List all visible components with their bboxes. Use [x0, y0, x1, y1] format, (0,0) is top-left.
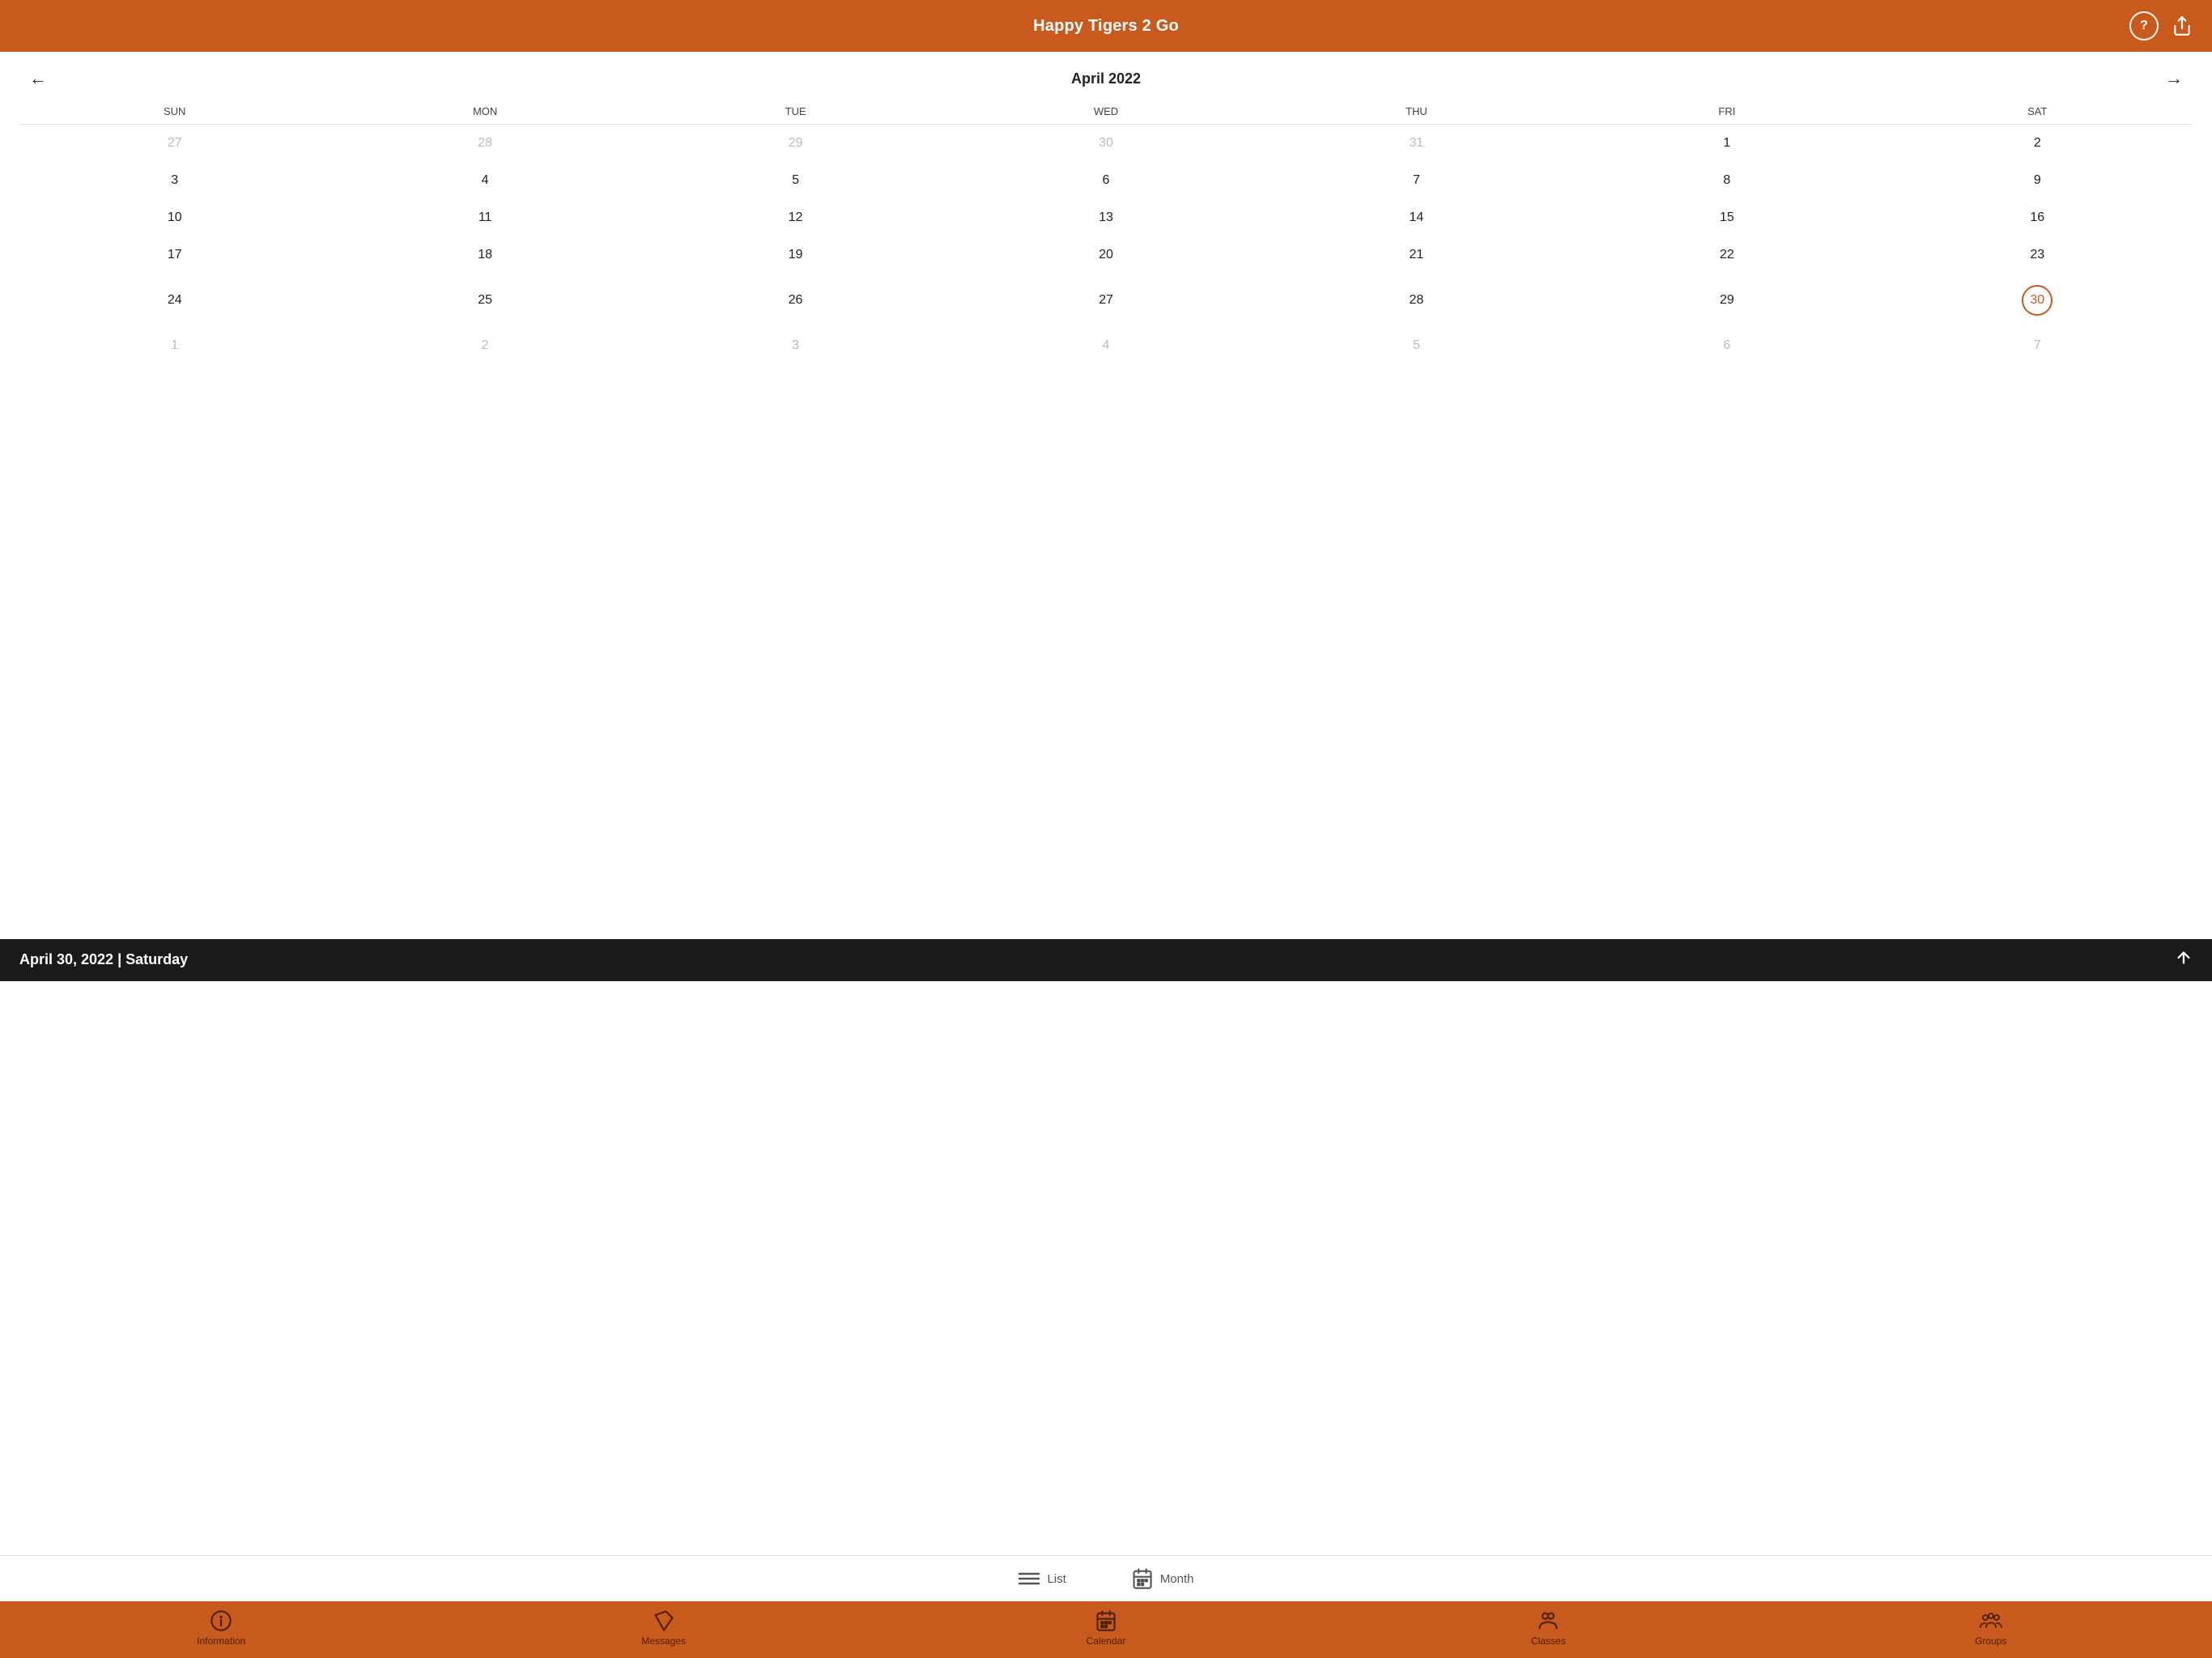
month-nav: ← April 2022 → — [19, 65, 2193, 92]
calendar-day-1-2[interactable]: 5 — [640, 162, 951, 199]
calendar-day-0-5[interactable]: 1 — [1572, 125, 1882, 162]
calendar-day-2-5[interactable]: 15 — [1572, 199, 1882, 236]
day-header-tue: TUE — [640, 102, 951, 121]
calendar-day-3-1[interactable]: 18 — [330, 236, 640, 274]
calendar-day-3-6[interactable]: 23 — [1882, 236, 2193, 274]
calendar-day-1-6[interactable]: 9 — [1882, 162, 2193, 199]
calendar-day-0-0[interactable]: 27 — [19, 125, 330, 162]
groups-icon — [1980, 1609, 2002, 1632]
calendar-grid: 2728293031123456789101112131415161718192… — [19, 125, 2193, 364]
calendar-day-5-3[interactable]: 4 — [951, 327, 1261, 364]
calendar-day-1-5[interactable]: 8 — [1572, 162, 1882, 199]
nav-item-messages-label: Messages — [641, 1635, 686, 1647]
nav-item-messages[interactable]: Messages — [636, 1609, 692, 1647]
calendar-day-0-4[interactable]: 31 — [1261, 125, 1572, 162]
next-month-button[interactable]: → — [2155, 65, 2193, 92]
calendar-day-3-0[interactable]: 17 — [19, 236, 330, 274]
day-header-sun: SUN — [19, 102, 330, 121]
calendar-day-0-3[interactable]: 30 — [951, 125, 1261, 162]
calendar-day-4-2[interactable]: 26 — [640, 274, 951, 327]
calendar-day-5-1[interactable]: 2 — [330, 327, 640, 364]
calendar-day-5-4[interactable]: 5 — [1261, 327, 1572, 364]
list-icon — [1018, 1569, 1040, 1588]
calendar-day-2-3[interactable]: 13 — [951, 199, 1261, 236]
calendar-day-0-6[interactable]: 2 — [1882, 125, 2193, 162]
list-view-label: List — [1047, 1572, 1066, 1586]
selected-date-text: April 30, 2022 | Saturday — [19, 951, 188, 968]
calendar-day-1-3[interactable]: 6 — [951, 162, 1261, 199]
calendar-day-2-4[interactable]: 14 — [1261, 199, 1572, 236]
calendar-day-2-6[interactable]: 16 — [1882, 199, 2193, 236]
calendar-day-2-1[interactable]: 11 — [330, 199, 640, 236]
header-actions: ? — [2129, 11, 2193, 40]
calendar-day-5-6[interactable]: 7 — [1882, 327, 2193, 364]
calendar-day-1-1[interactable]: 4 — [330, 162, 640, 199]
messages-icon — [653, 1609, 675, 1632]
content-area — [0, 981, 2212, 1556]
month-view-toggle[interactable]: Month — [1131, 1567, 1194, 1590]
calendar-day-0-1[interactable]: 28 — [330, 125, 640, 162]
app-header: Happy Tigers 2 Go ? — [0, 0, 2212, 52]
nav-item-calendar-label: Calendar — [1087, 1635, 1126, 1647]
day-header-thu: THU — [1261, 102, 1572, 121]
nav-item-classes-label: Classes — [1531, 1635, 1566, 1647]
calendar-day-2-2[interactable]: 12 — [640, 199, 951, 236]
scroll-up-button[interactable] — [2175, 949, 2193, 971]
calendar-day-4-1[interactable]: 25 — [330, 274, 640, 327]
calendar-day-3-2[interactable]: 19 — [640, 236, 951, 274]
calendar-day-2-0[interactable]: 10 — [19, 199, 330, 236]
bottom-nav: Information Messages Calendar — [0, 1601, 2212, 1658]
help-button[interactable]: ? — [2129, 11, 2159, 40]
arrow-up-icon — [2175, 949, 2193, 967]
day-header-mon: MON — [330, 102, 640, 121]
list-view-toggle[interactable]: List — [1018, 1569, 1066, 1588]
app-title: Happy Tigers 2 Go — [1033, 17, 1179, 36]
calendar-day-3-3[interactable]: 20 — [951, 236, 1261, 274]
nav-item-information-label: Information — [197, 1635, 245, 1647]
view-toggle: List Month — [0, 1555, 2212, 1601]
calendar-day-3-4[interactable]: 21 — [1261, 236, 1572, 274]
calendar-day-4-3[interactable]: 27 — [951, 274, 1261, 327]
share-icon — [2172, 15, 2193, 36]
nav-item-groups[interactable]: Groups — [1963, 1609, 2019, 1647]
nav-item-information[interactable]: Information — [193, 1609, 249, 1647]
day-headers: SUN MON TUE WED THU FRI SAT — [19, 102, 2193, 121]
calendar-day-4-4[interactable]: 28 — [1261, 274, 1572, 327]
calendar-icon — [1095, 1609, 1117, 1632]
classes-icon — [1537, 1609, 1559, 1632]
month-title: April 2022 — [1071, 70, 1141, 87]
nav-item-groups-label: Groups — [1975, 1635, 2006, 1647]
calendar-day-1-4[interactable]: 7 — [1261, 162, 1572, 199]
day-header-wed: WED — [951, 102, 1261, 121]
calendar-day-5-5[interactable]: 6 — [1572, 327, 1882, 364]
day-header-sat: SAT — [1882, 102, 2193, 121]
calendar-day-5-0[interactable]: 1 — [19, 327, 330, 364]
calendar-day-0-2[interactable]: 29 — [640, 125, 951, 162]
information-icon — [210, 1609, 232, 1632]
calendar-day-3-5[interactable]: 22 — [1572, 236, 1882, 274]
month-view-label: Month — [1160, 1572, 1194, 1586]
calendar-day-4-5[interactable]: 29 — [1572, 274, 1882, 327]
calendar-day-5-2[interactable]: 3 — [640, 327, 951, 364]
calendar-month-icon — [1131, 1567, 1154, 1590]
calendar-day-1-0[interactable]: 3 — [19, 162, 330, 199]
calendar-day-4-6[interactable]: 30 — [1882, 274, 2193, 327]
calendar-container: ← April 2022 → SUN MON TUE WED THU FRI S… — [0, 52, 2212, 939]
day-header-fri: FRI — [1572, 102, 1882, 121]
nav-item-classes[interactable]: Classes — [1520, 1609, 1576, 1647]
nav-item-calendar[interactable]: Calendar — [1078, 1609, 1134, 1647]
selected-date-bar: April 30, 2022 | Saturday — [0, 939, 2212, 981]
calendar-day-4-0[interactable]: 24 — [19, 274, 330, 327]
share-button[interactable] — [2172, 15, 2193, 36]
prev-month-button[interactable]: ← — [19, 65, 57, 92]
